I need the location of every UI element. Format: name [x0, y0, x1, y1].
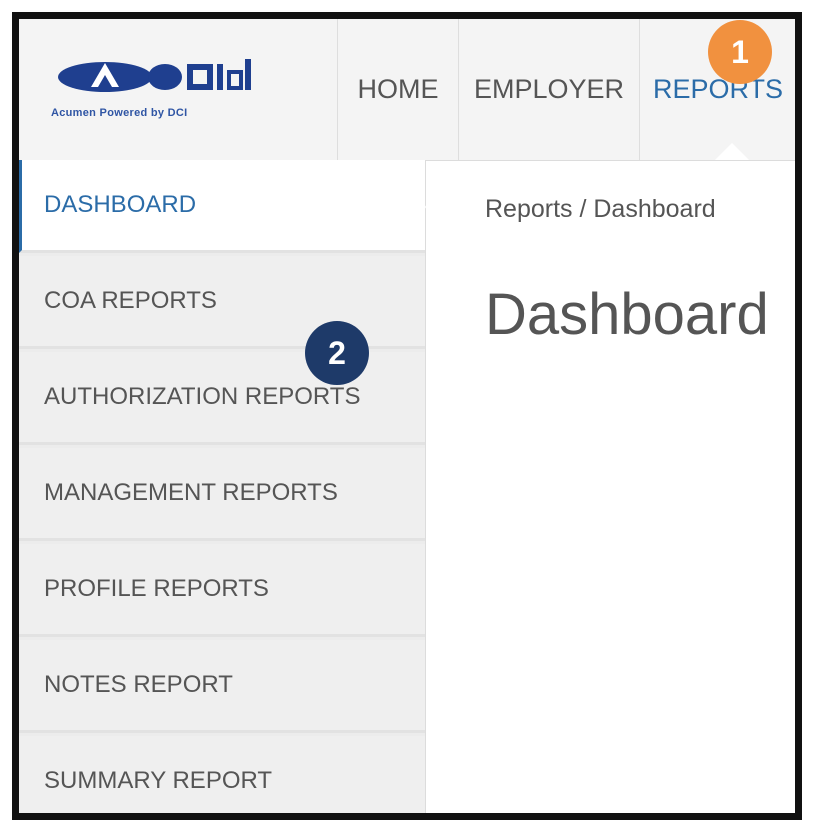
nav-employer[interactable]: EMPLOYER [458, 19, 639, 160]
logo[interactable]: Acumen Powered by DCI [19, 19, 337, 160]
step-2-badge: 2 [305, 321, 369, 385]
sidebar-item-profile-reports[interactable]: PROFILE REPORTS [19, 544, 425, 637]
active-nav-caret [715, 143, 749, 160]
step-1-badge: 1 [708, 20, 772, 84]
top-navigation-bar: Acumen Powered by DCI HOME EMPLOYER REPO… [19, 19, 795, 161]
reports-sidebar: DASHBOARD COA REPORTS AUTHORIZATION REPO… [19, 160, 426, 813]
logo-caption: Acumen Powered by DCI [51, 107, 188, 119]
sidebar-item-dashboard[interactable]: DASHBOARD [19, 160, 425, 253]
nav-home[interactable]: HOME [337, 19, 458, 160]
sidebar-item-summary-report[interactable]: SUMMARY REPORT [19, 736, 425, 813]
breadcrumb: Reports / Dashboard [485, 195, 716, 223]
acumen-dci-logo-icon [58, 59, 251, 92]
active-sidebar-pointer [425, 185, 439, 229]
sidebar-item-notes-report[interactable]: NOTES REPORT [19, 640, 425, 733]
sidebar-item-management-reports[interactable]: MANAGEMENT REPORTS [19, 448, 425, 541]
app-window: Acumen Powered by DCI HOME EMPLOYER REPO… [12, 12, 802, 820]
page-title: Dashboard [485, 282, 769, 347]
